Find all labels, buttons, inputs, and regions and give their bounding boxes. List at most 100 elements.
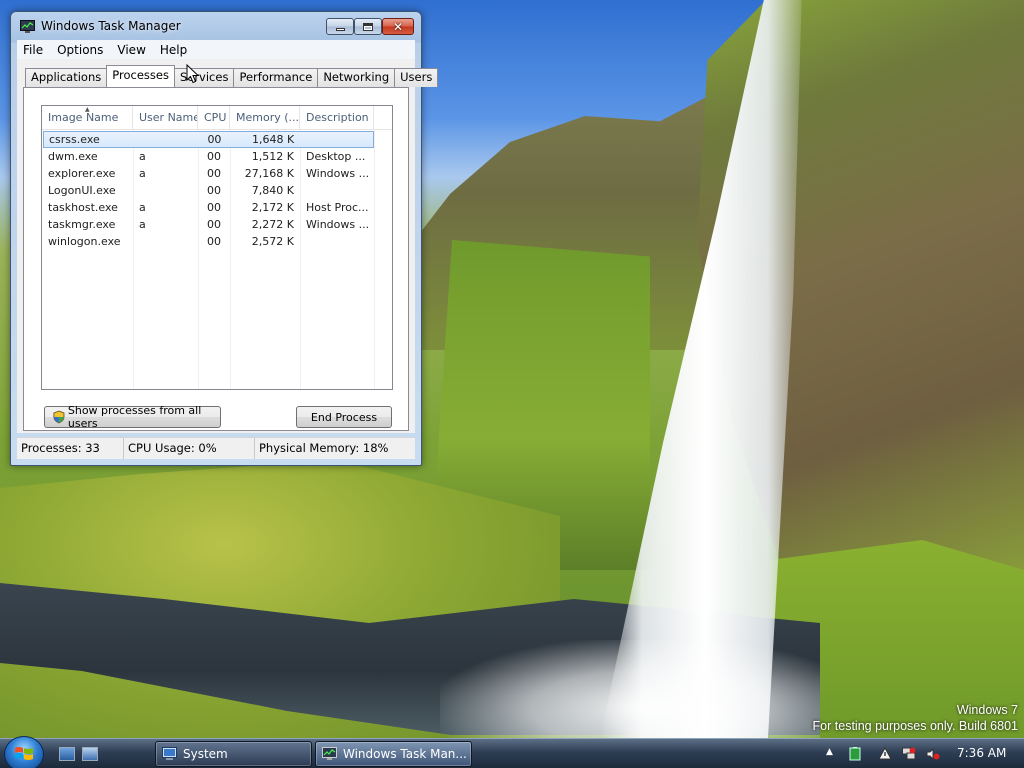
column-description[interactable]: Description	[300, 106, 374, 130]
start-button[interactable]	[4, 736, 44, 768]
cell-image: winlogon.exe	[48, 235, 121, 248]
cell-user: a	[139, 150, 146, 163]
cell-image: taskhost.exe	[48, 201, 118, 214]
cell-user	[133, 182, 198, 199]
cell-image: LogonUI.exe	[48, 184, 116, 197]
action-center-icon[interactable]	[878, 747, 892, 761]
show-all-processes-label: Show processes from all users	[67, 404, 202, 430]
menu-view[interactable]: View	[111, 40, 153, 59]
tab-networking[interactable]: Networking	[317, 68, 396, 87]
process-list[interactable]: ▲ Image Name User Name CPU Memory (... D…	[41, 105, 393, 390]
close-icon: ✕	[392, 19, 404, 34]
tab-processes[interactable]: Processes	[106, 65, 175, 87]
column-user-name[interactable]: User Name	[133, 106, 198, 130]
end-process-button[interactable]: End Process	[296, 406, 392, 428]
status-physical-memory: Physical Memory: 18%	[259, 441, 389, 455]
build-watermark: Windows 7 For testing purposes only. Bui…	[813, 702, 1018, 734]
cell-memory: 2,572 K	[251, 235, 294, 248]
table-row[interactable]: taskmgr.exe a 00 2,272 K Windows ...	[42, 216, 392, 233]
table-row[interactable]: taskhost.exe a 00 2,172 K Host Proc...	[42, 199, 392, 216]
tab-services[interactable]: Services	[173, 68, 235, 87]
cell-memory: 1,648 K	[252, 133, 295, 146]
cell-user	[133, 233, 198, 250]
watermark-os: Windows 7	[956, 703, 1018, 717]
status-bar: Processes: 33 CPU Usage: 0% Physical Mem…	[17, 437, 415, 459]
cell-cpu: 00	[207, 184, 221, 197]
cell-cpu: 00	[207, 150, 221, 163]
minimize-button[interactable]	[326, 18, 354, 35]
client-area: Applications Processes Services Performa…	[17, 59, 439, 433]
system-icon	[162, 747, 177, 760]
column-image-name-label: Image Name	[48, 111, 119, 124]
taskbar-button-system[interactable]: System	[155, 741, 312, 767]
close-button[interactable]: ✕	[382, 18, 414, 35]
status-cpu-usage: CPU Usage: 0%	[124, 438, 255, 459]
tab-users[interactable]: Users	[394, 68, 439, 87]
tray-clock[interactable]: 7:36 AM	[957, 746, 1006, 760]
show-all-processes-button[interactable]: Show processes from all users	[44, 404, 221, 430]
cell-description: Host Proc...	[306, 201, 369, 214]
column-image-name[interactable]: ▲ Image Name	[42, 106, 133, 130]
tab-performance[interactable]: Performance	[233, 68, 319, 87]
cell-memory: 1,512 K	[251, 150, 294, 163]
menu-file[interactable]: File	[17, 40, 51, 59]
menu-options[interactable]: Options	[51, 40, 111, 59]
cell-user: a	[139, 218, 146, 231]
title-bar[interactable]: Windows Task Manager ✕	[11, 12, 421, 40]
table-row[interactable]: explorer.exe a 00 27,168 K Windows ...	[42, 165, 392, 182]
process-rows: csrss.exe 00 1,648 K dwm.exe a 00 1,512 …	[42, 131, 392, 250]
cell-description	[300, 233, 374, 250]
watermark-build: For testing purposes only. Build 6801	[812, 719, 1018, 733]
taskbar-task-manager-label: Windows Task Man...	[343, 747, 467, 761]
cell-description: Windows ...	[306, 167, 370, 180]
maximize-button[interactable]	[354, 18, 382, 35]
taskbar-system-label: System	[183, 747, 228, 761]
cell-user: a	[139, 201, 146, 214]
show-desktop-icon[interactable]	[59, 747, 75, 761]
cell-memory: 7,840 K	[251, 184, 294, 197]
column-filler	[374, 106, 392, 130]
cell-user	[134, 131, 199, 148]
task-manager-icon	[20, 20, 35, 33]
battery-icon[interactable]	[848, 747, 862, 761]
table-row[interactable]: winlogon.exe 00 2,572 K	[42, 233, 392, 250]
process-list-header: ▲ Image Name User Name CPU Memory (... D…	[42, 106, 392, 130]
table-row-selected[interactable]: csrss.exe 00 1,648 K	[43, 131, 374, 148]
table-row[interactable]: dwm.exe a 00 1,512 K Desktop ...	[42, 148, 392, 165]
status-process-count: Processes: 33	[17, 438, 124, 459]
tab-applications[interactable]: Applications	[25, 68, 108, 87]
end-process-label: End Process	[310, 410, 378, 424]
cell-cpu: 00	[207, 235, 221, 248]
cell-image: dwm.exe	[48, 150, 98, 163]
window-title: Windows Task Manager	[41, 19, 181, 33]
cell-cpu: 00	[207, 201, 221, 214]
maximize-icon	[363, 22, 373, 31]
cell-cpu: 00	[207, 133, 222, 146]
cell-memory: 27,168 K	[244, 167, 294, 180]
tray-chevron-icon[interactable]: ▲	[826, 747, 833, 757]
volume-muted-icon[interactable]	[926, 747, 940, 761]
cell-cpu: 00	[207, 167, 221, 180]
table-row[interactable]: LogonUI.exe 00 7,840 K	[42, 182, 392, 199]
wallpaper-mist	[440, 640, 820, 738]
cell-image: taskmgr.exe	[48, 218, 116, 231]
cell-image: csrss.exe	[49, 133, 100, 146]
switch-windows-icon[interactable]	[82, 747, 98, 761]
taskbar-button-task-manager[interactable]: Windows Task Man...	[315, 741, 472, 767]
task-manager-window[interactable]: Windows Task Manager ✕ File Options View…	[10, 11, 439, 466]
cell-user: a	[139, 167, 146, 180]
menu-help[interactable]: Help	[154, 40, 195, 59]
menu-bar: File Options View Help	[17, 40, 415, 59]
cell-image: explorer.exe	[48, 167, 116, 180]
column-memory[interactable]: Memory (...	[230, 106, 300, 130]
taskbar: System Windows Task Man... ▲ 7:36 AM	[0, 736, 1024, 768]
minimize-icon	[335, 28, 345, 31]
processes-panel: ▲ Image Name User Name CPU Memory (... D…	[23, 87, 409, 431]
windows-logo-icon	[15, 747, 33, 760]
cell-description: Desktop ...	[306, 150, 366, 163]
network-icon[interactable]	[902, 747, 916, 761]
column-cpu[interactable]: CPU	[198, 106, 230, 130]
cell-description	[300, 182, 374, 199]
cell-description: Windows ...	[306, 218, 370, 231]
cell-memory: 2,272 K	[251, 218, 294, 231]
